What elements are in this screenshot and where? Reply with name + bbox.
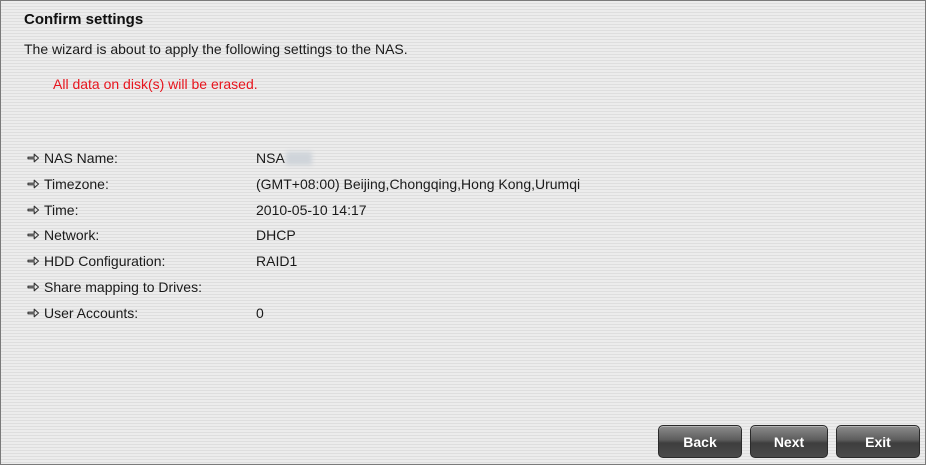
- setting-row-timezone: Timezone: (GMT+08:00) Beijing,Chongqing,…: [26, 176, 886, 202]
- settings-list: NAS Name: NSA Timezone: (GMT+08:00) Beij…: [26, 150, 886, 331]
- redacted-text: [285, 152, 312, 165]
- setting-row-share-mapping: Share mapping to Drives:: [26, 279, 886, 305]
- page-title: Confirm settings: [24, 11, 144, 28]
- arrow-right-icon: [26, 306, 40, 320]
- arrow-right-icon: [26, 177, 40, 191]
- setting-label: Time:: [44, 201, 79, 218]
- setting-label: HDD Configuration:: [44, 253, 166, 270]
- back-button[interactable]: Back: [658, 425, 742, 458]
- setting-value: RAID1: [256, 253, 298, 270]
- setting-row-time: Time: 2010-05-10 14:17: [26, 202, 886, 228]
- wizard-window: Confirm settings The wizard is about to …: [0, 0, 926, 465]
- setting-row-user-accounts: User Accounts: 0: [26, 305, 886, 331]
- setting-value: 2010-05-10 14:17: [256, 201, 367, 218]
- wizard-buttons: Back Next Exit: [658, 425, 920, 458]
- exit-button[interactable]: Exit: [836, 425, 920, 458]
- intro-text: The wizard is about to apply the followi…: [24, 41, 408, 57]
- setting-row-hdd-configuration: HDD Configuration: RAID1: [26, 253, 886, 279]
- setting-row-nas-name: NAS Name: NSA: [26, 150, 886, 176]
- arrow-right-icon: [26, 151, 40, 165]
- setting-row-network: Network: DHCP: [26, 227, 886, 253]
- erase-warning: All data on disk(s) will be erased.: [53, 76, 258, 92]
- setting-label: Network:: [44, 227, 100, 244]
- setting-value: 0: [256, 304, 264, 321]
- setting-label: Timezone:: [44, 175, 109, 192]
- setting-label: NAS Name:: [44, 150, 118, 166]
- next-button[interactable]: Next: [750, 425, 828, 458]
- setting-label: Share mapping to Drives:: [44, 278, 202, 295]
- setting-label: User Accounts:: [44, 304, 139, 321]
- arrow-right-icon: [26, 254, 40, 268]
- setting-value: DHCP: [256, 227, 296, 244]
- setting-value-nas-name: NSA: [256, 150, 312, 166]
- arrow-right-icon: [26, 203, 40, 217]
- arrow-right-icon: [26, 280, 40, 294]
- arrow-right-icon: [26, 228, 40, 242]
- setting-value: (GMT+08:00) Beijing,Chongqing,Hong Kong,…: [256, 175, 581, 192]
